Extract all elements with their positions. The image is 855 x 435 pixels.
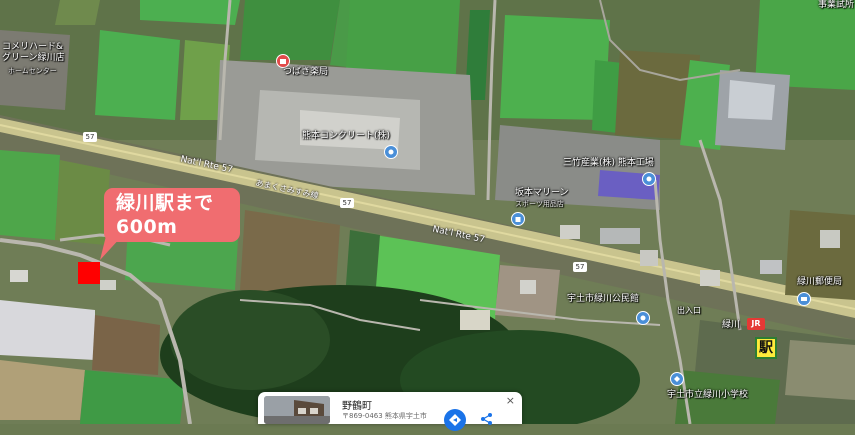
place-info-card[interactable]: 野鶴町 〒869-0463 熊本県宇土市 ×: [258, 392, 522, 431]
shop-pin-icon[interactable]: [511, 212, 525, 226]
callout-line-1: 緑川駅まで: [116, 192, 214, 214]
post-office-pin-icon[interactable]: [797, 292, 811, 306]
concrete-pin-icon[interactable]: [384, 145, 398, 159]
place-address: 〒869-0463 熊本県宇土市: [342, 412, 427, 420]
route-57-badge: 57: [573, 262, 587, 272]
place-photo[interactable]: [264, 396, 330, 424]
callout-line-2: 600m: [116, 216, 178, 238]
school-pin-icon[interactable]: [670, 372, 684, 386]
label-community-hall[interactable]: 宇土市緑川公民館: [567, 294, 639, 305]
location-marker: [78, 262, 100, 284]
station-icon[interactable]: 駅: [755, 337, 777, 359]
label-top-right: 事業試所: [818, 0, 855, 10]
label-sakamoto-category: スポーツ用品店: [515, 200, 564, 208]
label-store-category: ホームセンター: [8, 67, 57, 75]
label-sanyo[interactable]: 三竹産業(株) 熊本工場: [563, 158, 654, 169]
route-57-badge: 57: [340, 198, 354, 208]
jr-logo-icon: JR: [747, 318, 765, 330]
label-sakamoto[interactable]: 坂本マリーン: [515, 188, 569, 199]
label-school[interactable]: 宇土市立緑川小学校: [667, 390, 748, 401]
close-icon[interactable]: ×: [506, 394, 515, 407]
pharmacy-pin-icon[interactable]: [276, 54, 290, 68]
label-midorikawa[interactable]: 緑川: [722, 320, 740, 331]
hall-pin-icon[interactable]: [636, 311, 650, 325]
label-kumamoto-concrete[interactable]: 熊本コンクリート(株): [302, 131, 390, 142]
factory-pin-icon[interactable]: [642, 172, 656, 186]
label-pharmacy[interactable]: つばき薬局: [283, 67, 328, 78]
directions-icon[interactable]: [444, 409, 466, 431]
label-komeri-store[interactable]: コメリハード& グリーン緑川店: [2, 42, 65, 64]
label-station-entrance: 出入口: [677, 306, 701, 315]
callout-tail-icon: [100, 236, 122, 260]
place-title: 野鶴町: [342, 401, 372, 412]
label-post-office[interactable]: 緑川郵便局: [797, 277, 842, 288]
distance-callout: 緑川駅まで 600m: [104, 188, 240, 242]
route-57-badge: 57: [83, 132, 97, 142]
